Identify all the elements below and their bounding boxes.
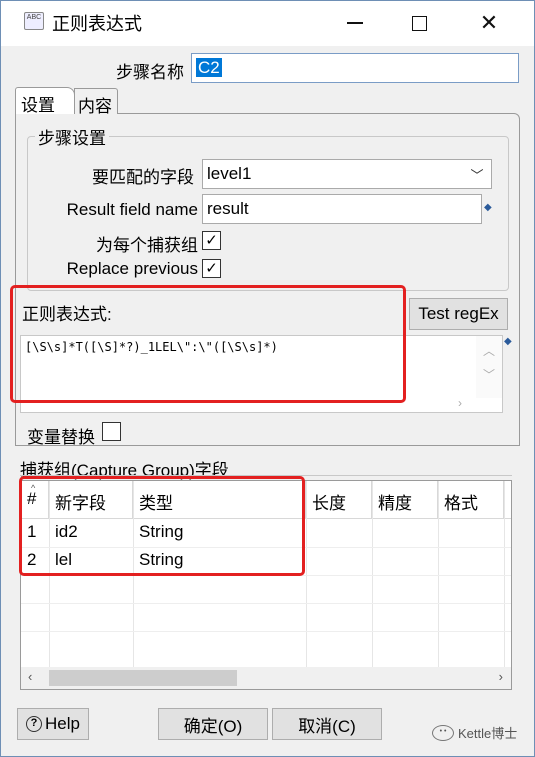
- grid-line: [133, 481, 134, 671]
- scroll-up-icon[interactable]: ︿: [483, 342, 495, 359]
- column-header-num[interactable]: ^ #: [21, 481, 49, 519]
- new-field-cell[interactable]: lel: [49, 547, 133, 575]
- capture-group-title: 捕获组(Capture Group)字段: [20, 461, 229, 480]
- test-regex-button[interactable]: Test regEx: [409, 298, 508, 330]
- type-cell[interactable]: String: [133, 519, 306, 547]
- checkmark-icon: ✓: [205, 232, 218, 249]
- step-name-value: C2: [196, 58, 222, 77]
- table-horizontal-scrollbar[interactable]: ‹ ›: [21, 667, 511, 689]
- window-title: 正则表达式: [52, 14, 142, 34]
- type-cell[interactable]: String: [133, 547, 306, 575]
- grid-line: [49, 481, 50, 671]
- regex-label: 正则表达式:: [22, 305, 112, 324]
- help-button[interactable]: ? Help: [17, 708, 89, 740]
- capture-group-table[interactable]: ^ # 新字段 类型 长度 精度 格式 1 id2 String 2 lel S…: [20, 480, 512, 690]
- column-header-format[interactable]: 格式: [438, 481, 504, 519]
- variable-replace-checkbox[interactable]: [102, 422, 121, 441]
- column-header-more[interactable]: [504, 481, 511, 519]
- step-name-label: 步骤名称: [116, 63, 184, 82]
- scrollbar-thumb[interactable]: [49, 670, 237, 686]
- checkmark-icon: ✓: [205, 260, 218, 277]
- chevron-down-icon[interactable]: ﹀: [463, 160, 491, 188]
- regex-textarea[interactable]: [\S\s]*T([\S]*?)_1LEL\":\"([\S\s]*) ︿ ﹀ …: [20, 335, 503, 413]
- step-settings-title: 步骤设置: [35, 124, 109, 149]
- minimize-icon: [347, 22, 363, 24]
- table-row[interactable]: 1 id2 String: [21, 519, 511, 547]
- wechat-icon: • •: [432, 724, 454, 741]
- variable-icon: ◆: [504, 336, 512, 347]
- column-header-type[interactable]: 类型: [133, 481, 306, 519]
- grid-line: [504, 481, 505, 671]
- variable-icon: ◆: [484, 202, 492, 213]
- replace-previous-checkbox[interactable]: ✓: [202, 259, 221, 278]
- grid-line: [21, 575, 511, 576]
- column-header-precision[interactable]: 精度: [372, 481, 438, 519]
- row-number: 1: [27, 522, 37, 541]
- table-row[interactable]: 2 lel String: [21, 547, 511, 575]
- regex-dialog-icon: ABC: [24, 12, 44, 30]
- new-field-cell[interactable]: id2: [49, 519, 133, 547]
- field-to-match-value: level1: [207, 164, 252, 183]
- title-bar: ABC 正则表达式 ✕: [0, 0, 535, 46]
- result-field-input[interactable]: result: [202, 194, 482, 224]
- grid-line: [21, 603, 511, 604]
- maximize-icon: [411, 15, 427, 31]
- ok-button[interactable]: 确定(O): [158, 708, 268, 740]
- field-to-match-label: 要匹配的字段: [92, 168, 194, 187]
- step-name-input[interactable]: C2: [191, 53, 519, 83]
- grid-line: [438, 481, 439, 671]
- cancel-button[interactable]: 取消(C): [272, 708, 382, 740]
- column-header-new-field[interactable]: 新字段: [49, 481, 133, 519]
- scroll-down-icon[interactable]: ﹀: [483, 366, 495, 383]
- scroll-right-icon[interactable]: ›: [499, 669, 503, 684]
- result-field-label: Result field name: [66, 200, 198, 219]
- close-button[interactable]: ✕: [459, 0, 519, 46]
- grid-line: [306, 481, 307, 671]
- watermark-text: Kettle博士: [458, 726, 518, 741]
- column-header-length[interactable]: 长度: [306, 481, 372, 519]
- scroll-right-icon[interactable]: ›: [458, 396, 462, 410]
- tab-content[interactable]: 内容: [74, 88, 118, 116]
- variable-replace-label: 变量替换: [27, 428, 95, 447]
- grid-line: [21, 631, 511, 632]
- replace-previous-label: Replace previous: [66, 259, 198, 278]
- close-icon: ✕: [479, 10, 499, 35]
- maximize-button[interactable]: [389, 0, 449, 46]
- tab-settings[interactable]: 设置: [15, 87, 75, 115]
- row-number: 2: [27, 550, 37, 569]
- scroll-left-icon[interactable]: ‹: [28, 669, 32, 684]
- sort-icon: ^: [31, 483, 36, 493]
- divider: [20, 475, 512, 476]
- help-button-label: Help: [45, 714, 80, 733]
- grid-line: [372, 481, 373, 671]
- regex-vertical-scrollbar[interactable]: ︿ ﹀: [476, 336, 502, 398]
- per-capture-group-label: 为每个捕获组: [96, 236, 198, 255]
- watermark: • • Kettle博士: [432, 723, 517, 742]
- field-to-match-combo[interactable]: level1 ﹀: [202, 159, 492, 189]
- minimize-button[interactable]: [325, 0, 385, 46]
- regex-value: [\S\s]*T([\S]*?)_1LEL\":\"([\S\s]*): [25, 340, 278, 354]
- help-icon: ?: [26, 716, 43, 732]
- per-capture-group-checkbox[interactable]: ✓: [202, 231, 221, 250]
